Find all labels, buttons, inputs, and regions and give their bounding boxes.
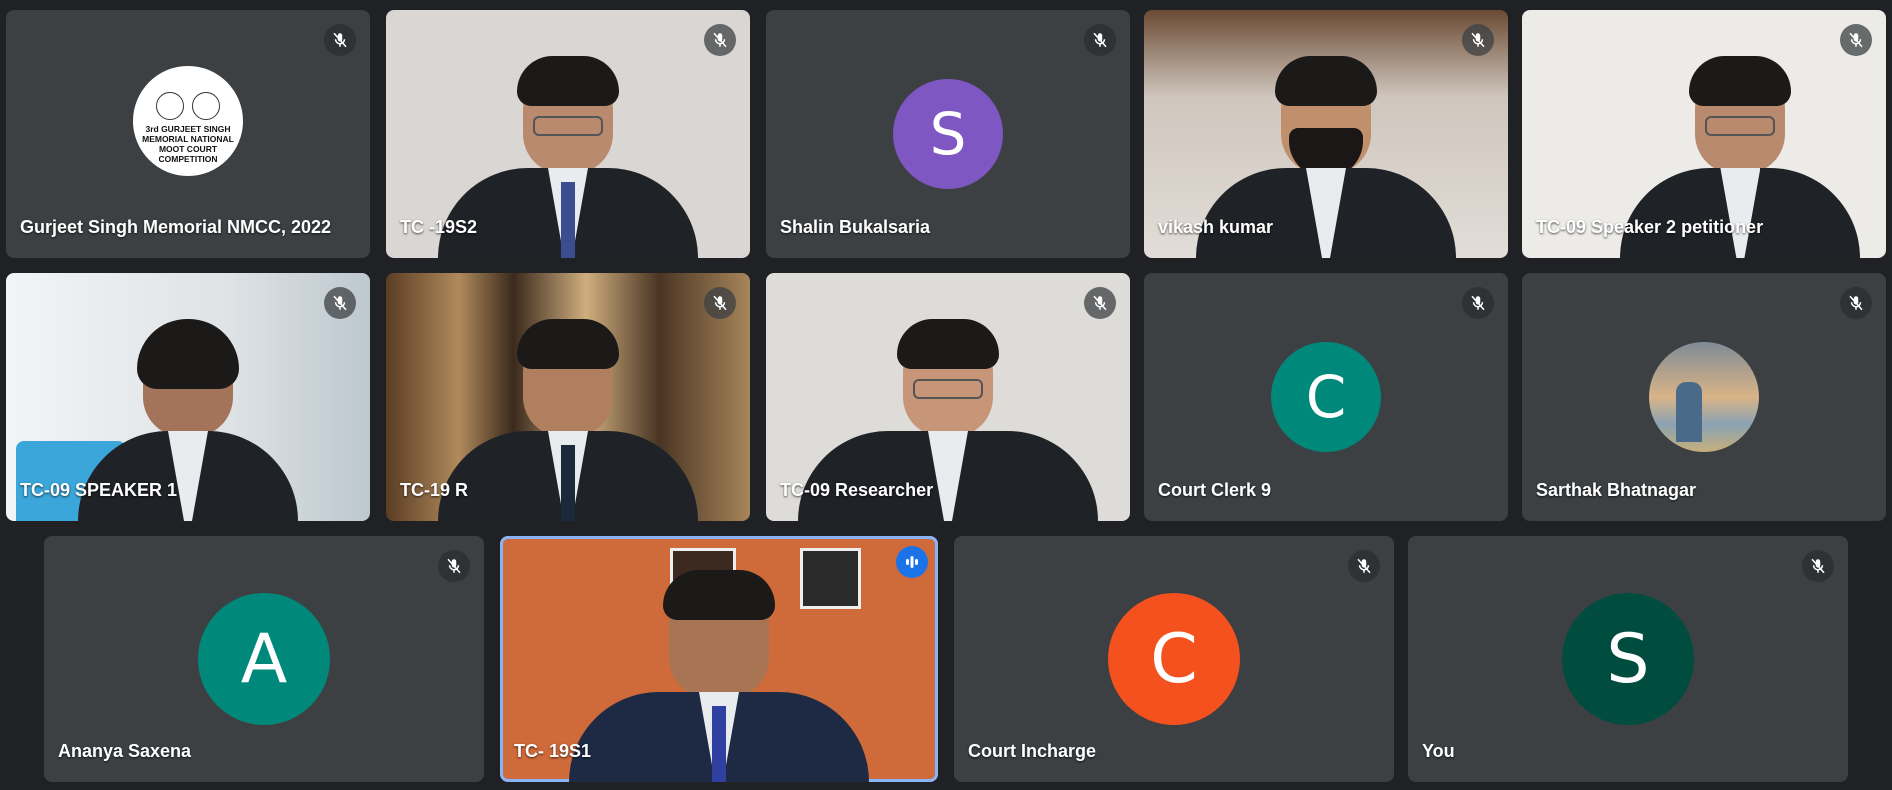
mic-off-icon	[1462, 24, 1494, 56]
participant-tile[interactable]: C Court Clerk 9	[1144, 273, 1508, 521]
participant-tile[interactable]: C Court Incharge	[954, 536, 1394, 782]
video-feed	[438, 319, 698, 521]
logo-line: 3rd GURJEET SINGH	[145, 124, 231, 134]
logo-line: MOOT COURT	[158, 144, 218, 154]
participant-name: Gurjeet Singh Memorial NMCC, 2022	[20, 217, 332, 237]
participant-name: vikash kumar	[1158, 217, 1274, 237]
mic-off-icon	[1084, 24, 1116, 56]
mic-off-icon	[1802, 550, 1834, 582]
participant-name: You	[1422, 741, 1455, 761]
participant-name: TC-09 Speaker 2 petitioner	[1536, 217, 1764, 237]
emblem-icon	[156, 92, 184, 120]
mic-off-icon	[1840, 287, 1872, 319]
mic-off-icon	[1840, 24, 1872, 56]
profile-photo-person	[1676, 382, 1702, 442]
participant-name: TC- 19S1	[514, 741, 592, 761]
participant-tile[interactable]: Sarthak Bhatnagar	[1522, 273, 1886, 521]
mic-off-icon	[704, 24, 736, 56]
participant-name: TC-19 R	[400, 480, 469, 500]
avatar: C	[1271, 342, 1381, 452]
mic-off-icon	[324, 24, 356, 56]
mic-off-icon	[704, 287, 736, 319]
participant-tile[interactable]: S Shalin Bukalsaria	[766, 10, 1130, 258]
self-tile[interactable]: S You	[1408, 536, 1848, 782]
mic-off-icon	[324, 287, 356, 319]
avatar: S	[893, 79, 1003, 189]
mic-off-icon	[1462, 287, 1494, 319]
participant-tile[interactable]: vikash kumar	[1144, 10, 1508, 258]
participant-name: TC -19S2	[400, 217, 478, 237]
participant-name: TC-09 SPEAKER 1	[20, 480, 178, 500]
organizer-logo: 3rd GURJEET SINGH MEMORIAL NATIONAL MOOT…	[133, 66, 243, 176]
logo-line: COMPETITION	[158, 154, 218, 164]
video-feed	[569, 570, 869, 782]
participant-tile[interactable]: TC-19 R	[386, 273, 750, 521]
mic-off-icon	[1348, 550, 1380, 582]
participant-tile[interactable]: TC-09 SPEAKER 1	[6, 273, 370, 521]
participant-tile[interactable]: TC -19S2	[386, 10, 750, 258]
audio-level-icon	[896, 546, 928, 578]
participant-name: Ananya Saxena	[58, 741, 192, 761]
participant-tile[interactable]: 3rd GURJEET SINGH MEMORIAL NATIONAL MOOT…	[6, 10, 370, 258]
emblem-icon	[192, 92, 220, 120]
mic-off-icon	[438, 550, 470, 582]
logo-line: MEMORIAL NATIONAL	[142, 134, 234, 144]
participant-name: TC-09 Researcher	[780, 480, 934, 500]
participant-name: Court Clerk 9	[1158, 480, 1272, 500]
participant-tile-active-speaker[interactable]: TC- 19S1	[500, 536, 938, 782]
participant-name: Sarthak Bhatnagar	[1536, 480, 1697, 500]
participant-tile[interactable]: TC-09 Speaker 2 petitioner	[1522, 10, 1886, 258]
mic-off-icon	[1084, 287, 1116, 319]
avatar: S	[1562, 593, 1694, 725]
avatar	[1649, 342, 1759, 452]
participant-tile[interactable]: A Ananya Saxena	[44, 536, 484, 782]
avatar: A	[198, 593, 330, 725]
participant-name: Court Incharge	[968, 741, 1097, 761]
avatar: C	[1108, 593, 1240, 725]
participant-name: Shalin Bukalsaria	[780, 217, 931, 237]
participant-tile[interactable]: TC-09 Researcher	[766, 273, 1130, 521]
